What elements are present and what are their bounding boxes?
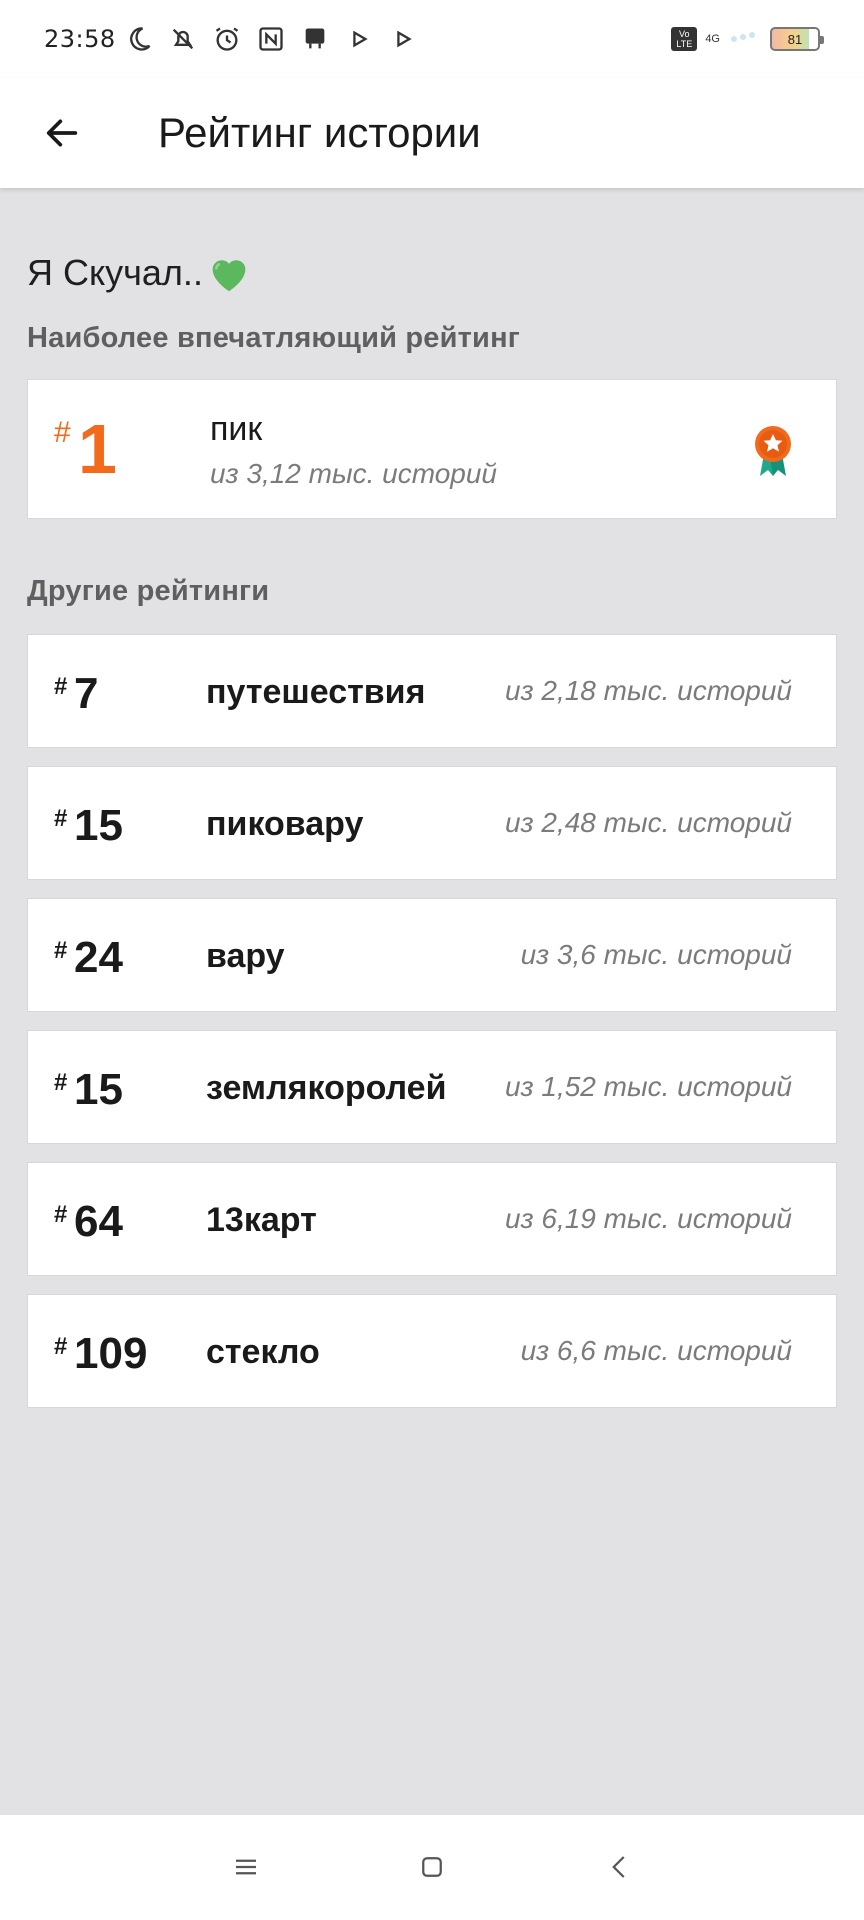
story-title-text: Я Скучал.. bbox=[27, 252, 203, 293]
nav-home-button[interactable] bbox=[402, 1837, 462, 1897]
play-icon bbox=[342, 22, 376, 56]
app-bar: Рейтинг истории bbox=[0, 78, 864, 188]
rank-total: из 2,18 тыс. историй bbox=[505, 675, 792, 706]
rank-hash: # bbox=[54, 1201, 68, 1228]
rank-tag: стекло bbox=[206, 1333, 320, 1371]
rank-total: из 3,6 тыс. историй bbox=[520, 939, 792, 970]
award-medal-icon bbox=[755, 426, 791, 476]
status-time: 23:58 bbox=[44, 25, 116, 53]
back-button[interactable] bbox=[22, 93, 102, 173]
rank-number: 109 bbox=[74, 1329, 148, 1378]
rank-tag: путешествия bbox=[206, 673, 426, 711]
rating-card[interactable]: # 24 вару из 3,6 тыс. историй bbox=[27, 898, 837, 1012]
nav-back-button[interactable] bbox=[590, 1837, 650, 1897]
battery-indicator: 81 bbox=[770, 27, 824, 51]
rank-total: из 1,52 тыс. историй bbox=[505, 1071, 792, 1102]
rank-total: из 2,48 тыс. историй bbox=[505, 807, 792, 838]
home-square-icon bbox=[422, 1857, 442, 1877]
moon-icon bbox=[122, 22, 156, 56]
rank-hash: # bbox=[54, 1333, 68, 1360]
main-content: Я Скучал.. Наиболее впечатляющий рейтинг… bbox=[27, 188, 837, 1426]
top-rank-tag: пик bbox=[210, 410, 263, 448]
nav-menu-button[interactable] bbox=[216, 1837, 276, 1897]
play-icon-2 bbox=[386, 22, 420, 56]
rank-hash: # bbox=[54, 805, 68, 832]
rank-hash: # bbox=[54, 937, 68, 964]
rank-tag: пиковару bbox=[206, 805, 364, 843]
signal-indicator: 4G bbox=[705, 32, 720, 45]
top-rank-total: из 3,12 тыс. историй bbox=[210, 458, 497, 489]
rank-tag: 13карт bbox=[206, 1201, 317, 1239]
other-ratings-list: # 7 путешествия из 2,18 тыс. историй # 1… bbox=[27, 634, 837, 1408]
mute-bell-icon bbox=[166, 22, 200, 56]
top-rating-card[interactable]: # 1 пик из 3,12 тыс. историй bbox=[27, 379, 837, 519]
status-notification-icons bbox=[122, 22, 420, 56]
rank-number: 15 bbox=[74, 801, 123, 850]
page-title: Рейтинг истории bbox=[158, 109, 481, 156]
rating-card[interactable]: # 109 стекло из 6,6 тыс. историй bbox=[27, 1294, 837, 1408]
rank-total: из 6,19 тыс. историй bbox=[505, 1203, 792, 1234]
green-heart-icon bbox=[212, 260, 246, 292]
rating-card[interactable]: # 15 землякоролей из 1,52 тыс. историй bbox=[27, 1030, 837, 1144]
top-rank-number: 1 bbox=[78, 410, 117, 488]
nfc-icon bbox=[254, 22, 288, 56]
system-nav-bar bbox=[0, 1815, 864, 1920]
status-bar: 23:58 Vo LTE 4G 81 bbox=[0, 0, 864, 78]
arrow-left-icon bbox=[46, 119, 78, 147]
rank-total: из 6,6 тыс. историй bbox=[520, 1335, 792, 1366]
chevron-left-icon bbox=[612, 1856, 625, 1878]
rank-number: 7 bbox=[74, 669, 99, 718]
top-rating-section-label: Наиболее впечатляющий рейтинг bbox=[27, 322, 521, 354]
rank-number: 24 bbox=[74, 933, 123, 982]
rank-hash: # bbox=[54, 1069, 68, 1096]
alarm-icon bbox=[210, 22, 244, 56]
other-ratings-section-label: Другие рейтинги bbox=[27, 575, 270, 607]
story-title: Я Скучал.. bbox=[27, 252, 837, 294]
rank-number: 15 bbox=[74, 1065, 123, 1114]
volte-badge: Vo LTE bbox=[671, 27, 698, 51]
status-right: Vo LTE 4G 81 bbox=[671, 25, 824, 54]
rank-number: 64 bbox=[74, 1197, 123, 1246]
rank-tag: вару bbox=[206, 937, 285, 975]
menu-icon bbox=[236, 1859, 256, 1875]
wifi-icon bbox=[728, 25, 762, 54]
rank-tag: землякоролей bbox=[206, 1069, 447, 1107]
rank-hash: # bbox=[54, 673, 68, 700]
rating-card[interactable]: # 15 пиковару из 2,48 тыс. историй bbox=[27, 766, 837, 880]
top-rank-hash: # bbox=[54, 416, 71, 449]
notification-box-icon bbox=[298, 22, 332, 56]
rating-card[interactable]: # 64 13карт из 6,19 тыс. историй bbox=[27, 1162, 837, 1276]
rating-card[interactable]: # 7 путешествия из 2,18 тыс. историй bbox=[27, 634, 837, 748]
